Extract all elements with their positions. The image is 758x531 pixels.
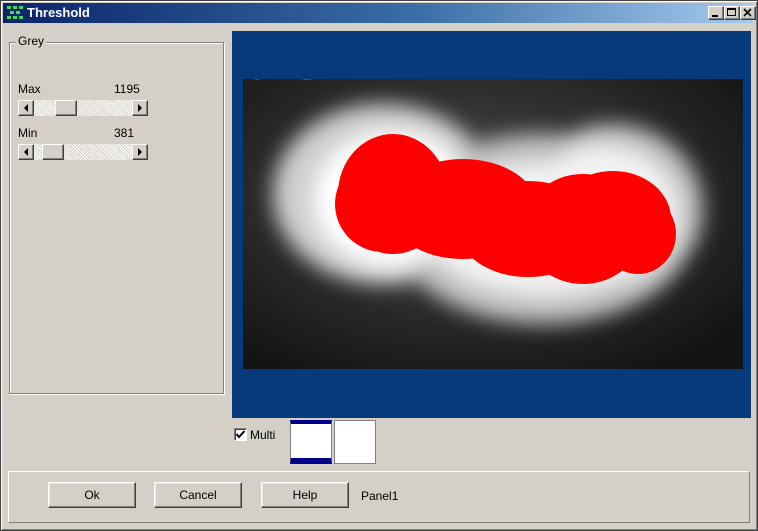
threshold-image-graphic (243, 79, 743, 369)
max-scroll-thumb[interactable] (55, 100, 77, 116)
help-button[interactable]: Help (261, 482, 349, 508)
close-icon (743, 8, 752, 17)
grey-group-legend: Grey (16, 34, 47, 48)
checkmark-icon (235, 430, 246, 439)
maximize-button[interactable] (724, 6, 740, 20)
min-value: 381 (114, 126, 135, 140)
arrow-left-icon (24, 104, 28, 112)
max-scroll-right-button[interactable] (132, 100, 148, 116)
multi-checkbox-box[interactable] (234, 428, 247, 441)
arrow-right-icon (138, 148, 142, 156)
close-button[interactable] (740, 6, 756, 20)
minimize-icon (712, 15, 718, 17)
threshold-image[interactable] (243, 79, 743, 369)
title-bar[interactable]: Threshold (3, 3, 756, 23)
max-value: 1195 (114, 82, 140, 96)
panel-label: Panel1 (361, 489, 399, 503)
thumbnail-slot-2[interactable] (334, 420, 376, 464)
maximize-icon (727, 8, 736, 16)
min-scroll-left-button[interactable] (18, 144, 34, 160)
min-scrollbar[interactable] (18, 144, 148, 160)
min-scroll-thumb[interactable] (42, 144, 64, 160)
max-scrollbar[interactable] (18, 100, 148, 116)
arrow-right-icon (138, 104, 142, 112)
max-scroll-left-button[interactable] (18, 100, 34, 116)
window-title: Threshold (27, 5, 90, 20)
minimize-button[interactable] (708, 6, 724, 20)
multi-checkbox-label: Multi (250, 428, 276, 442)
min-scroll-right-button[interactable] (132, 144, 148, 160)
max-label: Max (18, 82, 41, 96)
cancel-button[interactable]: Cancel (154, 482, 242, 508)
app-icon (7, 6, 23, 19)
thumbnail-slot-1[interactable] (290, 420, 332, 464)
arrow-left-icon (24, 148, 28, 156)
ok-button[interactable]: Ok (48, 482, 136, 508)
min-label: Min (18, 126, 38, 140)
